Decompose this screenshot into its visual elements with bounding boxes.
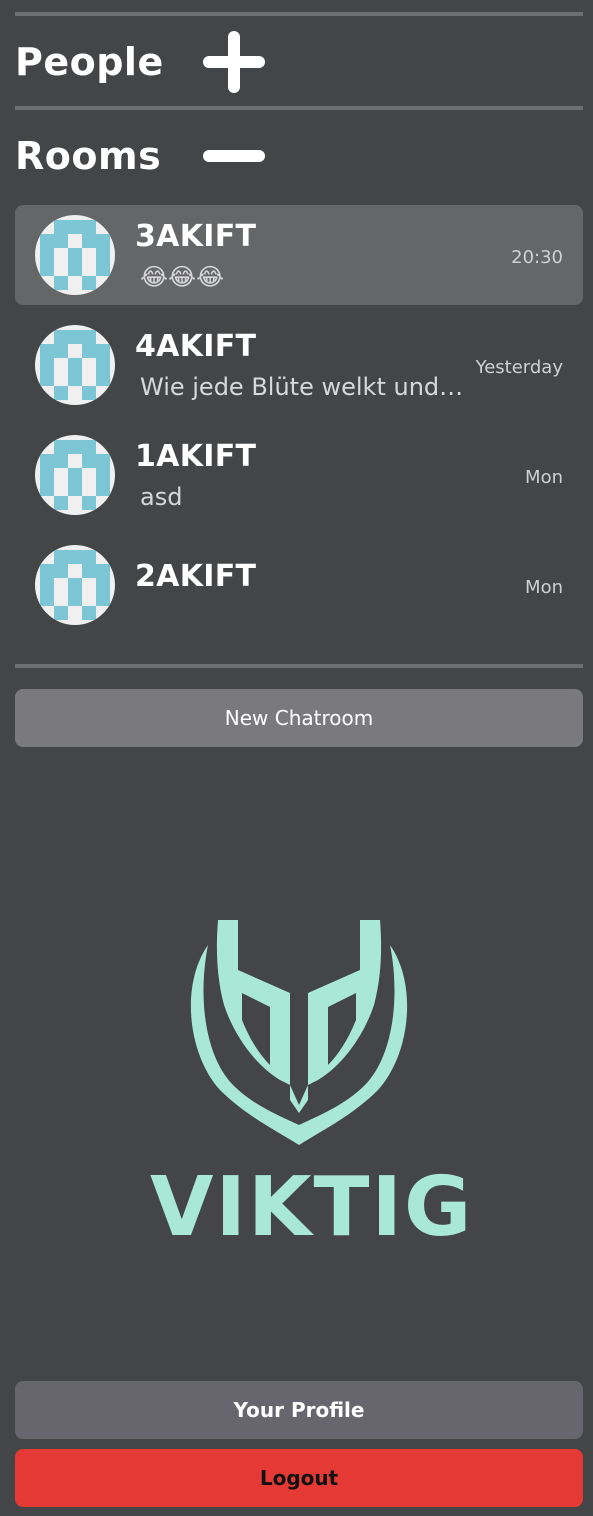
room-timestamp: 20:30: [511, 247, 563, 268]
room-last-message: asd: [140, 483, 183, 511]
rooms-title: Rooms: [15, 134, 162, 178]
room-name: 3AKIFT: [135, 219, 257, 254]
room-list: 3AKIFT 😂😂😂 20:30 4AKIFT Wie jede Blüte w…: [15, 205, 583, 645]
rooms-section-header[interactable]: Rooms: [15, 110, 583, 202]
your-profile-button[interactable]: Your Profile: [15, 1381, 583, 1439]
room-item-1akift[interactable]: 1AKIFT asd Mon: [15, 425, 583, 525]
people-section-header[interactable]: People: [15, 16, 583, 108]
identicon-avatar: [35, 215, 115, 295]
logout-button[interactable]: Logout: [15, 1449, 583, 1507]
room-timestamp: Mon: [525, 577, 563, 598]
room-last-message: Wie jede Blüte welkt und jede Jugend: [140, 373, 465, 401]
room-name: 1AKIFT: [135, 439, 257, 474]
room-timestamp: Mon: [525, 467, 563, 488]
rooms-divider: [15, 664, 583, 668]
people-title: People: [15, 40, 164, 84]
identicon-avatar: [35, 325, 115, 405]
identicon-avatar: [35, 545, 115, 625]
brand-name: VIKTIG: [150, 1160, 474, 1255]
room-name: 4AKIFT: [135, 329, 257, 364]
room-timestamp: Yesterday: [475, 357, 563, 378]
identicon-avatar: [35, 435, 115, 515]
room-item-4akift[interactable]: 4AKIFT Wie jede Blüte welkt und jede Jug…: [15, 315, 583, 415]
new-chatroom-button[interactable]: New Chatroom: [15, 689, 583, 747]
room-last-message: 😂😂😂: [140, 263, 225, 291]
room-item-2akift[interactable]: 2AKIFT Mon: [15, 535, 583, 635]
room-item-3akift[interactable]: 3AKIFT 😂😂😂 20:30: [15, 205, 583, 305]
minus-icon[interactable]: [203, 125, 265, 187]
room-name: 2AKIFT: [135, 559, 257, 594]
plus-icon[interactable]: [203, 31, 265, 93]
